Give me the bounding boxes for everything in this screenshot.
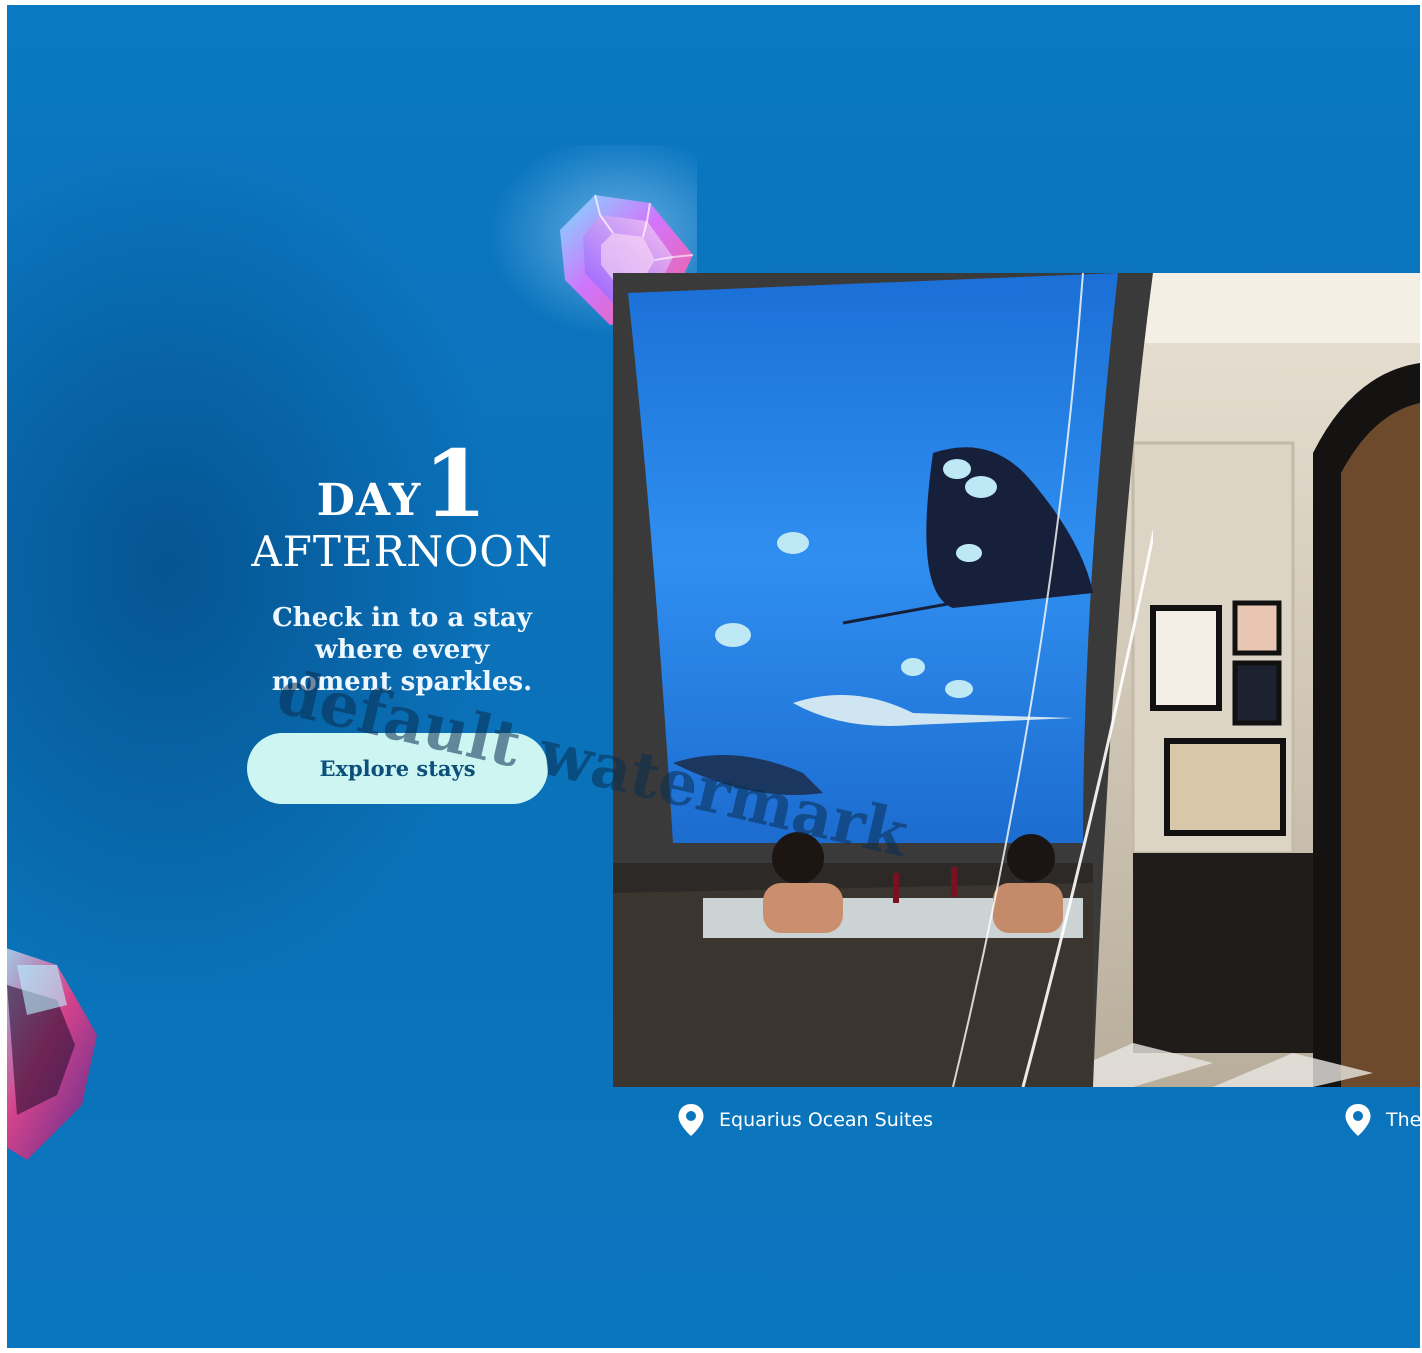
day-number: 1: [423, 430, 488, 538]
tagline-line: moment sparkles.: [271, 667, 533, 698]
gallery-caption[interactable]: Equarius Ocean Suites: [677, 1103, 933, 1137]
stays-gallery[interactable]: [613, 273, 1420, 1087]
day-heading: DAY 1: [247, 430, 557, 538]
location-pin-icon: [678, 1104, 704, 1136]
explore-stays-button[interactable]: Explore stays: [247, 733, 548, 804]
hero-tagline: Check in to a stay where every moment sp…: [247, 602, 557, 698]
hero-heading-block: DAY 1 AFTERNOON Check in to a stay where…: [247, 430, 557, 698]
gallery-caption[interactable]: The: [1344, 1103, 1420, 1137]
location-pin-icon: [1345, 1104, 1371, 1136]
tagline-line: Check in to a stay: [272, 603, 532, 634]
caption-text: The: [1386, 1109, 1420, 1131]
crystal-gem-left-icon: [7, 948, 97, 1160]
caption-text: Equarius Ocean Suites: [719, 1109, 934, 1131]
tagline-line: where every: [314, 635, 490, 666]
hero-section: DAY 1 AFTERNOON Check in to a stay where…: [7, 5, 1420, 1348]
day-word: DAY: [316, 475, 422, 527]
aquarium-suite-image: [613, 273, 1153, 1087]
time-of-day-heading: AFTERNOON: [251, 527, 553, 577]
